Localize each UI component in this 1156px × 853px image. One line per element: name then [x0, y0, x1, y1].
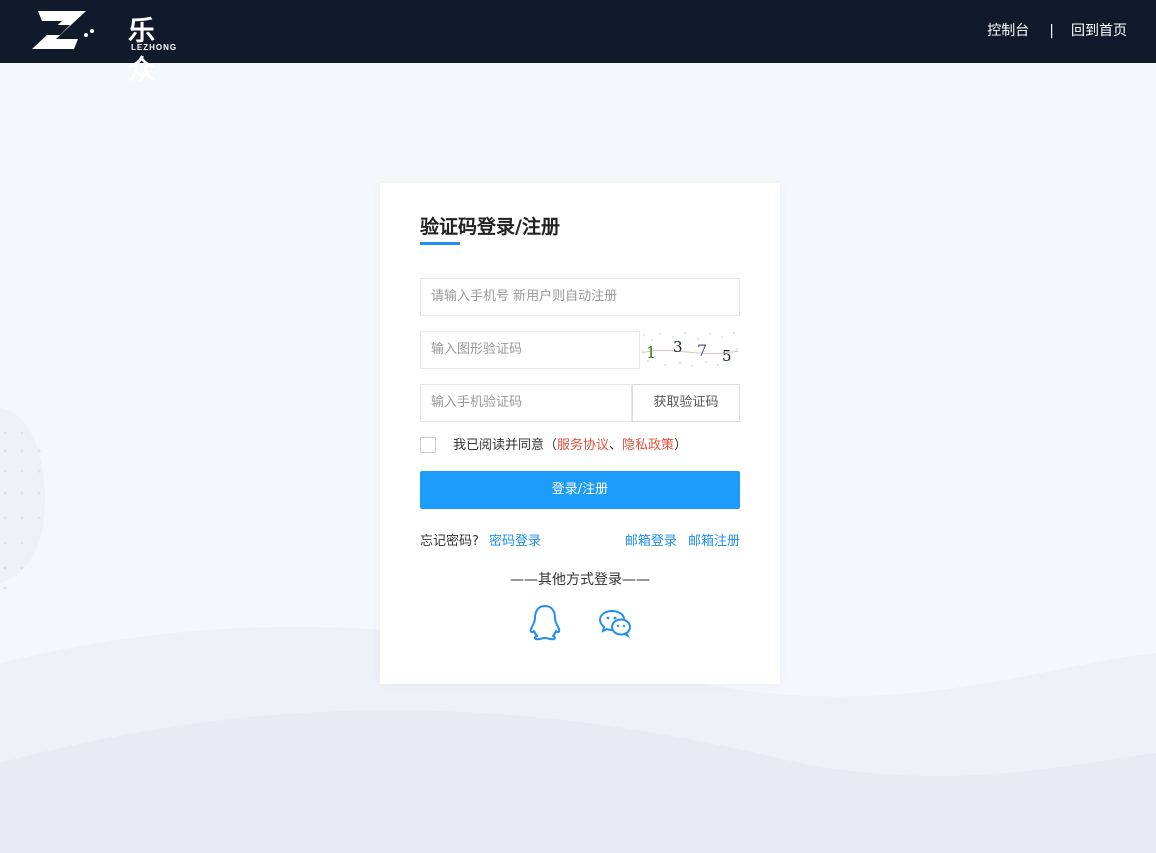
top-bar: 乐众 LEZHONG 控制台 | 回到首页 — [0, 0, 1156, 86]
agree-checkbox[interactable] — [420, 437, 436, 453]
other-login-divider: ——其他方式登录—— — [510, 572, 650, 588]
top-nav: 控制台 | 回到首页 — [987, 20, 1127, 40]
brand-subtitle: LEZHONG — [131, 43, 178, 52]
svg-text:1: 1 — [646, 343, 656, 362]
service-agreement-link[interactable]: 服务协议 — [557, 438, 609, 453]
nav-console-link[interactable]: 控制台 — [987, 20, 1029, 40]
agree-separator: 、 — [609, 438, 623, 453]
agree-prefix: 我已阅读并同意（ — [453, 438, 558, 453]
nav-home-link[interactable]: 回到首页 — [1071, 20, 1127, 40]
captcha-image[interactable]: 1 3 7 5 — [640, 331, 740, 369]
agree-suffix: ） — [674, 438, 688, 453]
logo-mark-icon — [32, 11, 94, 49]
privacy-policy-link[interactable]: 隐私政策 — [622, 438, 674, 453]
title-underline — [420, 242, 460, 245]
email-login-link[interactable]: 邮箱登录 — [625, 534, 677, 549]
form-title: 验证码登录/注册 — [420, 216, 560, 238]
left-links: 忘记密码? 密码登录 — [420, 530, 541, 549]
agreement-text: 我已阅读并同意（服务协议、隐私政策） — [453, 437, 687, 455]
qq-icon[interactable] — [527, 603, 563, 641]
image-code-input[interactable]: 输入图形验证码 — [420, 331, 640, 369]
brand-logo[interactable]: 乐众 LEZHONG — [30, 5, 176, 86]
submit-button[interactable]: 登录/注册 — [420, 471, 740, 509]
right-links: 邮箱登录 邮箱注册 — [625, 530, 740, 549]
svg-text:3: 3 — [673, 338, 683, 356]
password-login-link[interactable]: 密码登录 — [489, 534, 541, 549]
nav-separator: | — [1049, 23, 1054, 39]
forgot-password-link[interactable]: 忘记密码? — [420, 534, 479, 549]
svg-text:7: 7 — [697, 341, 707, 360]
login-card: 验证码登录/注册 请输入手机号 新用户则自动注册 输入图形验证码 1 3 7 5… — [380, 183, 780, 684]
phone-input[interactable]: 请输入手机号 新用户则自动注册 — [420, 278, 740, 316]
wechat-icon[interactable] — [597, 603, 633, 641]
svg-text:5: 5 — [722, 347, 732, 365]
sms-code-input[interactable]: 输入手机验证码 — [420, 384, 632, 422]
email-register-link[interactable]: 邮箱注册 — [688, 534, 740, 549]
get-code-button[interactable]: 获取验证码 — [632, 384, 740, 422]
